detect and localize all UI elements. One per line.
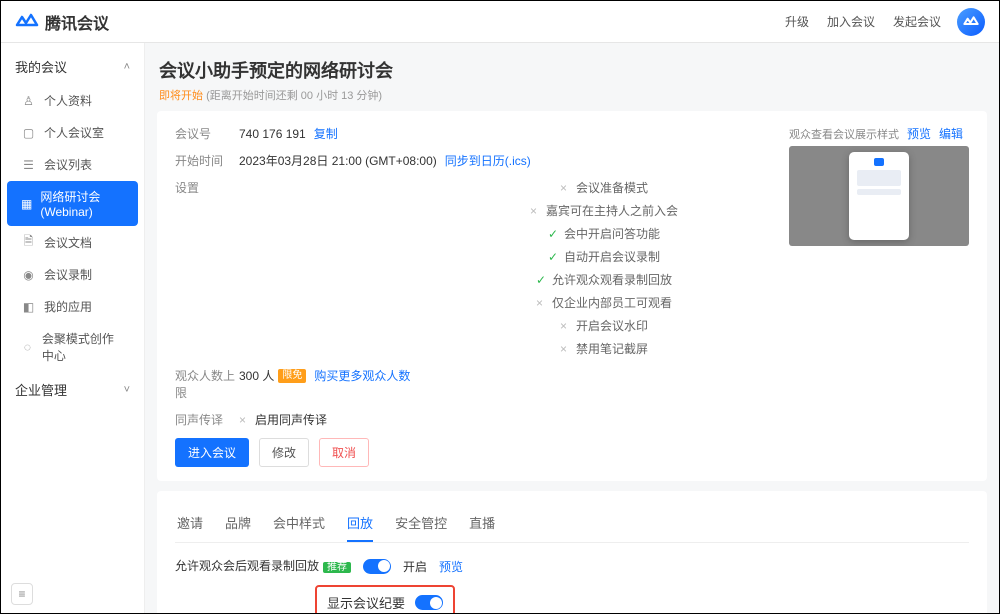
sidebar-group-label: 企业管理 xyxy=(15,380,67,399)
meeting-info-card: 观众查看会议展示样式 预览 编辑 会议号 740 176 191复制 开始时间 … xyxy=(157,111,987,481)
sidebar-item-label: 会议文档 xyxy=(44,234,92,251)
tab-0[interactable]: 邀请 xyxy=(177,505,203,542)
label-time: 开始时间 xyxy=(175,152,239,169)
allow-playback-label: 允许观众会后观看录制回放推荐 xyxy=(175,557,351,575)
page-subline: 即将开始 (距离开始时间还剩 00 小时 13 分钟) xyxy=(159,87,985,103)
setting-item: ×仅企业内部员工可观看 xyxy=(536,294,672,311)
setting-item: ×禁用笔记截屏 xyxy=(560,340,648,357)
sidebar-item-webinar[interactable]: ▦ 网络研讨会(Webinar) xyxy=(7,181,138,226)
sidebar-item-label: 网络研讨会(Webinar) xyxy=(40,188,124,219)
ics-link[interactable]: 同步到日历(.ics) xyxy=(445,152,531,169)
show-summary-label: 显示会议纪要 xyxy=(327,593,405,612)
x-icon: × xyxy=(560,181,570,195)
toggle-on-text: 开启 xyxy=(403,558,427,575)
setting-item: ×会议准备模式 xyxy=(560,179,648,196)
sidebar-item-label: 个人会议室 xyxy=(44,124,104,141)
doc-icon: 🗎 xyxy=(21,235,36,250)
rec-icon: ◉ xyxy=(21,267,36,282)
sidebar-item-label: 会聚模式创作中心 xyxy=(42,330,124,364)
sidebar-item-list[interactable]: ☰ 会议列表 xyxy=(7,149,138,180)
playback-card: 邀请品牌会中样式回放安全管控直播 允许观众会后观看录制回放推荐 开启 预览 显示… xyxy=(157,491,987,613)
show-summary-toggle[interactable] xyxy=(415,595,443,610)
tab-5[interactable]: 直播 xyxy=(469,505,495,542)
sidebar-group-label: 我的会议 xyxy=(15,57,67,76)
badge-free: 限免 xyxy=(278,369,306,383)
page-title: 会议小助手预定的网络研讨会 xyxy=(159,57,985,83)
app-icon: ◧ xyxy=(21,299,36,314)
tab-3[interactable]: 回放 xyxy=(347,505,373,542)
sidebar-group-my-meetings[interactable]: 我的会议 ˄ xyxy=(1,49,144,84)
edit-link[interactable]: 编辑 xyxy=(939,125,963,142)
status-text: 即将开始 xyxy=(159,90,203,102)
playback-preview-link[interactable]: 预览 xyxy=(439,558,463,575)
label-settings: 设置 xyxy=(175,179,239,196)
sidebar-item-label: 会议录制 xyxy=(44,266,92,283)
allow-playback-toggle[interactable] xyxy=(363,559,391,574)
sidebar: 我的会议 ˄ ♙ 个人资料 ▢ 个人会议室 ☰ 会议列表 ▦ 网络研讨会(Webinar… xyxy=(1,43,145,613)
sidebar-item-label: 个人资料 xyxy=(44,92,92,109)
copy-link[interactable]: 复制 xyxy=(314,125,338,142)
check-icon: ✓ xyxy=(536,273,546,287)
sidebar-item-focus[interactable]: ◌ 会聚模式创作中心 xyxy=(7,323,138,371)
label-id: 会议号 xyxy=(175,125,239,142)
x-icon: × xyxy=(560,342,570,356)
meeting-id: 740 176 191 xyxy=(239,127,306,141)
main-content: 会议小助手预定的网络研讨会 即将开始 (距离开始时间还剩 00 小时 13 分钟… xyxy=(145,43,999,613)
focus-icon: ◌ xyxy=(21,340,34,355)
buy-capacity-link[interactable]: 购买更多观众人数 xyxy=(314,367,410,384)
webinar-icon: ▦ xyxy=(21,196,32,211)
logo-icon xyxy=(15,13,39,31)
check-icon: ✓ xyxy=(548,250,558,264)
preview-box: 观众查看会议展示样式 预览 编辑 xyxy=(789,125,969,246)
x-icon: × xyxy=(239,413,249,427)
topbar: 腾讯会议 升级 加入会议 发起会议 xyxy=(1,1,999,43)
tabs: 邀请品牌会中样式回放安全管控直播 xyxy=(175,505,969,543)
capacity-value: 300 人 xyxy=(239,367,274,384)
room-icon: ▢ xyxy=(21,125,36,140)
x-icon: × xyxy=(530,204,540,218)
tab-4[interactable]: 安全管控 xyxy=(395,505,447,542)
meeting-time: 2023年03月28日 21:00 (GMT+08:00) xyxy=(239,152,437,169)
preview-label: 观众查看会议展示样式 xyxy=(789,126,899,142)
setting-item: ✓会中开启问答功能 xyxy=(548,225,660,242)
enter-meeting-button[interactable]: 进入会议 xyxy=(175,438,249,467)
setting-item: ✓允许观众观看录制回放 xyxy=(536,271,672,288)
sidebar-item-docs[interactable]: 🗎 会议文档 xyxy=(7,227,138,258)
brand-name: 腾讯会议 xyxy=(45,10,109,34)
x-icon: × xyxy=(560,319,570,333)
sidebar-item-profile[interactable]: ♙ 个人资料 xyxy=(7,85,138,116)
top-start[interactable]: 发起会议 xyxy=(893,13,941,30)
sidebar-item-label: 我的应用 xyxy=(44,298,92,315)
setting-item: ✓自动开启会议录制 xyxy=(548,248,660,265)
top-join[interactable]: 加入会议 xyxy=(827,13,875,30)
preview-thumbnail[interactable] xyxy=(789,146,969,246)
avatar-logo-icon xyxy=(963,16,979,28)
si-value: 启用同声传译 xyxy=(255,411,327,428)
tab-1[interactable]: 品牌 xyxy=(225,505,251,542)
show-summary-highlight: 显示会议纪要 xyxy=(315,585,455,613)
x-icon: × xyxy=(536,296,546,310)
sidebar-item-label: 会议列表 xyxy=(44,156,92,173)
cancel-button[interactable]: 取消 xyxy=(319,438,369,467)
check-icon: ✓ xyxy=(548,227,558,241)
preview-link[interactable]: 预览 xyxy=(907,125,931,142)
sidebar-item-recordings[interactable]: ◉ 会议录制 xyxy=(7,259,138,290)
badge-recommended: 推荐 xyxy=(323,562,351,573)
sidebar-item-apps[interactable]: ◧ 我的应用 xyxy=(7,291,138,322)
tab-2[interactable]: 会中样式 xyxy=(273,505,325,542)
sidebar-group-enterprise[interactable]: 企业管理 ˅ xyxy=(1,372,144,407)
label-si: 同声传译 xyxy=(175,411,239,428)
edit-button[interactable]: 修改 xyxy=(259,438,309,467)
list-icon: ☰ xyxy=(21,157,36,172)
sidebar-item-room[interactable]: ▢ 个人会议室 xyxy=(7,117,138,148)
top-upgrade[interactable]: 升级 xyxy=(785,13,809,30)
sidebar-collapse-button[interactable]: ≡ xyxy=(11,583,33,605)
setting-item: ×开启会议水印 xyxy=(560,317,648,334)
avatar[interactable] xyxy=(957,8,985,36)
label-capacity: 观众人数上限 xyxy=(175,367,239,401)
chevron-up-icon: ˄ xyxy=(124,61,130,73)
chevron-down-icon: ˅ xyxy=(124,384,130,396)
user-icon: ♙ xyxy=(21,93,36,108)
setting-item: ×嘉宾可在主持人之前入会 xyxy=(530,202,678,219)
